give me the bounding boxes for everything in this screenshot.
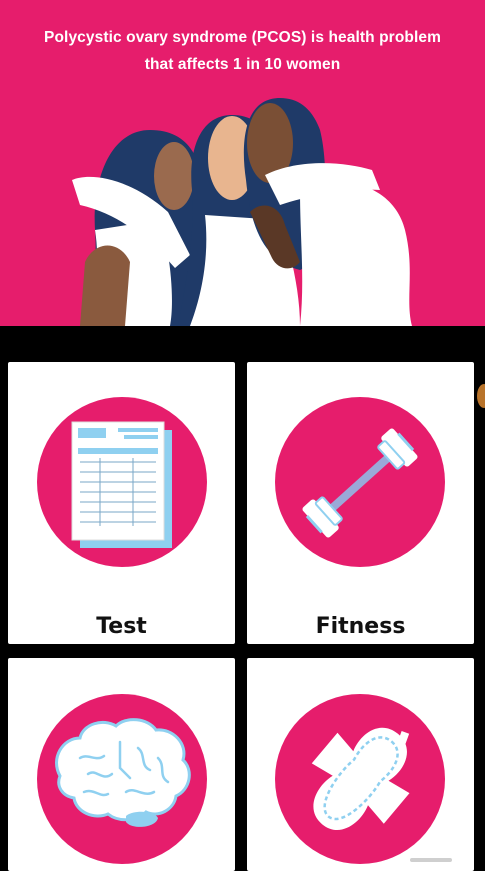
floating-edge-handle[interactable] — [477, 384, 485, 408]
dumbbell-icon — [302, 428, 418, 538]
tile-period[interactable] — [247, 658, 474, 871]
home-indicator[interactable] — [410, 858, 452, 862]
hero-headline: Polycystic ovary syndrome (PCOS) is heal… — [44, 29, 441, 73]
hero-banner: Polycystic ovary syndrome (PCOS) is heal… — [0, 0, 485, 326]
sanitary-pad-icon — [311, 727, 410, 830]
tile-brain[interactable] — [8, 658, 235, 871]
test-report-icon — [71, 421, 172, 548]
tile-test-label: Test — [96, 614, 147, 639]
tile-test[interactable]: Test — [8, 362, 235, 644]
tile-fitness-label: Fitness — [315, 614, 406, 639]
brain-icon — [55, 718, 191, 827]
tile-fitness[interactable]: Fitness — [247, 362, 474, 644]
